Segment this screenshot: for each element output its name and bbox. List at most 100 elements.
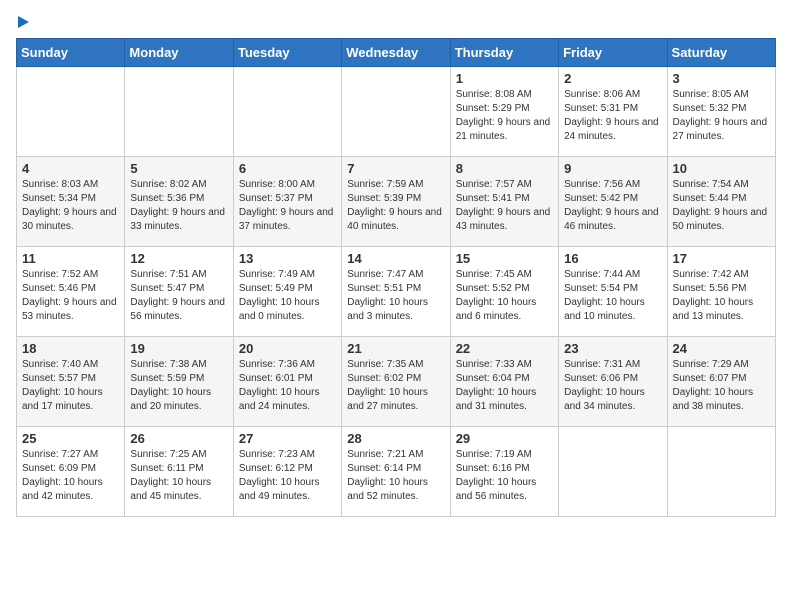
calendar-cell: 11 Sunrise: 7:52 AM Sunset: 5:46 PM Dayli…	[17, 247, 125, 337]
calendar-cell: 17 Sunrise: 7:42 AM Sunset: 5:56 PM Dayli…	[667, 247, 775, 337]
logo	[16, 16, 29, 28]
day-info: Sunrise: 8:02 AM Sunset: 5:36 PM Dayligh…	[130, 178, 227, 234]
day-number: 10	[673, 161, 770, 176]
day-info: Sunrise: 8:08 AM Sunset: 5:29 PM Dayligh…	[456, 88, 553, 144]
day-number: 5	[130, 161, 227, 176]
day-number: 20	[239, 341, 336, 356]
calendar-cell	[667, 427, 775, 517]
day-info: Sunrise: 7:23 AM Sunset: 6:12 PM Dayligh…	[239, 448, 336, 504]
calendar-week-3: 11 Sunrise: 7:52 AM Sunset: 5:46 PM Dayli…	[17, 247, 776, 337]
calendar-cell: 16 Sunrise: 7:44 AM Sunset: 5:54 PM Dayli…	[559, 247, 667, 337]
calendar-cell: 29 Sunrise: 7:19 AM Sunset: 6:16 PM Dayli…	[450, 427, 558, 517]
day-header-monday: Monday	[125, 39, 233, 67]
day-info: Sunrise: 7:44 AM Sunset: 5:54 PM Dayligh…	[564, 268, 661, 324]
day-number: 15	[456, 251, 553, 266]
day-info: Sunrise: 7:47 AM Sunset: 5:51 PM Dayligh…	[347, 268, 444, 324]
day-number: 26	[130, 431, 227, 446]
calendar-cell: 22Sunrise: 7:33 AM Sunset: 6:04 PM Dayli…	[450, 337, 558, 427]
day-number: 17	[673, 251, 770, 266]
day-number: 6	[239, 161, 336, 176]
day-number: 27	[239, 431, 336, 446]
calendar-cell: 5 Sunrise: 8:02 AM Sunset: 5:36 PM Daylig…	[125, 157, 233, 247]
logo-chevron-icon	[18, 16, 29, 28]
day-number: 23	[564, 341, 661, 356]
day-header-wednesday: Wednesday	[342, 39, 450, 67]
calendar-cell: 15 Sunrise: 7:45 AM Sunset: 5:52 PM Dayli…	[450, 247, 558, 337]
calendar-cell: 13 Sunrise: 7:49 AM Sunset: 5:49 PM Dayli…	[233, 247, 341, 337]
calendar-cell: 9 Sunrise: 7:56 AM Sunset: 5:42 PM Daylig…	[559, 157, 667, 247]
calendar-cell: 10 Sunrise: 7:54 AM Sunset: 5:44 PM Dayli…	[667, 157, 775, 247]
calendar-cell: 4 Sunrise: 8:03 AM Sunset: 5:34 PM Daylig…	[17, 157, 125, 247]
calendar-cell: 21 Sunrise: 7:35 AM Sunset: 6:02 PM Dayli…	[342, 337, 450, 427]
day-info: Sunrise: 7:27 AM Sunset: 6:09 PM Dayligh…	[22, 448, 119, 504]
day-number: 18	[22, 341, 119, 356]
calendar-cell: 8 Sunrise: 7:57 AM Sunset: 5:41 PM Daylig…	[450, 157, 558, 247]
day-header-saturday: Saturday	[667, 39, 775, 67]
day-info: Sunrise: 7:57 AM Sunset: 5:41 PM Dayligh…	[456, 178, 553, 234]
day-number: 16	[564, 251, 661, 266]
day-number: 13	[239, 251, 336, 266]
day-number: 19	[130, 341, 227, 356]
day-info: Sunrise: 7:40 AM Sunset: 5:57 PM Dayligh…	[22, 358, 119, 414]
day-header-friday: Friday	[559, 39, 667, 67]
calendar-week-4: 18 Sunrise: 7:40 AM Sunset: 5:57 PM Dayli…	[17, 337, 776, 427]
logo-name	[16, 16, 29, 28]
day-number: 9	[564, 161, 661, 176]
day-info: Sunrise: 8:03 AM Sunset: 5:34 PM Dayligh…	[22, 178, 119, 234]
day-number: 29	[456, 431, 553, 446]
calendar-cell: 2Sunrise: 8:06 AM Sunset: 5:31 PM Daylig…	[559, 67, 667, 157]
calendar-cell: 14Sunrise: 7:47 AM Sunset: 5:51 PM Dayli…	[342, 247, 450, 337]
day-number: 1	[456, 71, 553, 86]
day-number: 21	[347, 341, 444, 356]
day-number: 4	[22, 161, 119, 176]
day-info: Sunrise: 7:45 AM Sunset: 5:52 PM Dayligh…	[456, 268, 553, 324]
day-info: Sunrise: 7:54 AM Sunset: 5:44 PM Dayligh…	[673, 178, 770, 234]
calendar-cell: 3 Sunrise: 8:05 AM Sunset: 5:32 PM Daylig…	[667, 67, 775, 157]
calendar-cell: 12Sunrise: 7:51 AM Sunset: 5:47 PM Dayli…	[125, 247, 233, 337]
day-info: Sunrise: 7:33 AM Sunset: 6:04 PM Dayligh…	[456, 358, 553, 414]
calendar-week-1: 1 Sunrise: 8:08 AM Sunset: 5:29 PM Daylig…	[17, 67, 776, 157]
calendar-cell: 23 Sunrise: 7:31 AM Sunset: 6:06 PM Dayli…	[559, 337, 667, 427]
day-info: Sunrise: 8:05 AM Sunset: 5:32 PM Dayligh…	[673, 88, 770, 144]
calendar-cell	[125, 67, 233, 157]
day-info: Sunrise: 7:38 AM Sunset: 5:59 PM Dayligh…	[130, 358, 227, 414]
calendar-week-5: 25Sunrise: 7:27 AM Sunset: 6:09 PM Dayli…	[17, 427, 776, 517]
calendar-cell: 1 Sunrise: 8:08 AM Sunset: 5:29 PM Daylig…	[450, 67, 558, 157]
day-info: Sunrise: 8:00 AM Sunset: 5:37 PM Dayligh…	[239, 178, 336, 234]
day-info: Sunrise: 7:51 AM Sunset: 5:47 PM Dayligh…	[130, 268, 227, 324]
calendar-cell: 27 Sunrise: 7:23 AM Sunset: 6:12 PM Dayli…	[233, 427, 341, 517]
calendar-cell	[233, 67, 341, 157]
day-info: Sunrise: 7:29 AM Sunset: 6:07 PM Dayligh…	[673, 358, 770, 414]
calendar-cell: 20 Sunrise: 7:36 AM Sunset: 6:01 PM Dayli…	[233, 337, 341, 427]
day-header-sunday: Sunday	[17, 39, 125, 67]
day-info: Sunrise: 7:49 AM Sunset: 5:49 PM Dayligh…	[239, 268, 336, 324]
day-info: Sunrise: 7:25 AM Sunset: 6:11 PM Dayligh…	[130, 448, 227, 504]
day-info: Sunrise: 7:56 AM Sunset: 5:42 PM Dayligh…	[564, 178, 661, 234]
calendar-cell	[342, 67, 450, 157]
day-number: 28	[347, 431, 444, 446]
day-number: 3	[673, 71, 770, 86]
day-number: 8	[456, 161, 553, 176]
day-info: Sunrise: 7:52 AM Sunset: 5:46 PM Dayligh…	[22, 268, 119, 324]
calendar-table: SundayMondayTuesdayWednesdayThursdayFrid…	[16, 38, 776, 517]
calendar-cell: 18 Sunrise: 7:40 AM Sunset: 5:57 PM Dayli…	[17, 337, 125, 427]
calendar-cell	[17, 67, 125, 157]
day-info: Sunrise: 7:59 AM Sunset: 5:39 PM Dayligh…	[347, 178, 444, 234]
calendar-cell: 19 Sunrise: 7:38 AM Sunset: 5:59 PM Dayli…	[125, 337, 233, 427]
day-number: 24	[673, 341, 770, 356]
day-header-tuesday: Tuesday	[233, 39, 341, 67]
day-header-thursday: Thursday	[450, 39, 558, 67]
day-number: 11	[22, 251, 119, 266]
day-info: Sunrise: 7:31 AM Sunset: 6:06 PM Dayligh…	[564, 358, 661, 414]
day-info: Sunrise: 7:42 AM Sunset: 5:56 PM Dayligh…	[673, 268, 770, 324]
page-header	[16, 16, 776, 28]
day-number: 7	[347, 161, 444, 176]
day-info: Sunrise: 7:35 AM Sunset: 6:02 PM Dayligh…	[347, 358, 444, 414]
day-info: Sunrise: 7:36 AM Sunset: 6:01 PM Dayligh…	[239, 358, 336, 414]
calendar-cell: 26 Sunrise: 7:25 AM Sunset: 6:11 PM Dayli…	[125, 427, 233, 517]
calendar-header-row: SundayMondayTuesdayWednesdayThursdayFrid…	[17, 39, 776, 67]
day-info: Sunrise: 7:19 AM Sunset: 6:16 PM Dayligh…	[456, 448, 553, 504]
calendar-cell: 28Sunrise: 7:21 AM Sunset: 6:14 PM Dayli…	[342, 427, 450, 517]
calendar-cell: 6 Sunrise: 8:00 AM Sunset: 5:37 PM Daylig…	[233, 157, 341, 247]
day-number: 2	[564, 71, 661, 86]
